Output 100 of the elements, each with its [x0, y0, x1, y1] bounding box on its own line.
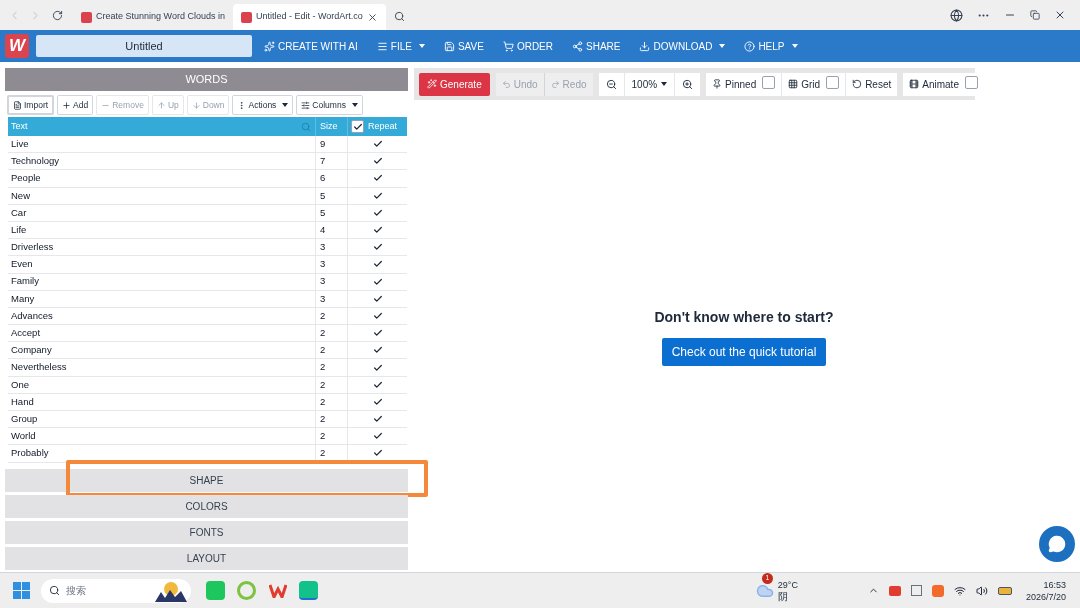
toolbar-button[interactable]: Add	[57, 95, 94, 115]
table-cell-text: Hand	[10, 394, 35, 409]
check-icon[interactable]	[372, 242, 383, 253]
redo-icon	[550, 79, 560, 89]
table-cell-text: One	[10, 377, 30, 392]
search-field[interactable]: 搜索	[41, 578, 191, 603]
wifi-icon[interactable]	[953, 584, 966, 597]
check-icon[interactable]	[372, 431, 383, 442]
prompt-text: Don't know where to start?	[654, 308, 834, 327]
toggle-button[interactable]: Pinned	[706, 72, 783, 96]
chat-icon	[1048, 535, 1066, 553]
toggle-button[interactable]: Grid	[782, 72, 847, 96]
check-icon[interactable]	[372, 139, 383, 150]
toolbar-button[interactable]: Import	[7, 95, 55, 115]
browser-tab[interactable]: Untitled - Edit - WordArt.co	[232, 4, 386, 30]
menu-button[interactable]: FILE	[376, 38, 425, 54]
cart-icon	[502, 40, 514, 52]
close-icon[interactable]	[366, 11, 378, 23]
section-header[interactable]: SHAPE	[5, 469, 408, 492]
check-icon[interactable]	[372, 276, 383, 287]
table-cell: 6	[315, 170, 347, 187]
film-icon	[909, 79, 920, 89]
check-icon[interactable]	[372, 328, 383, 339]
undo-icon	[501, 79, 511, 89]
close-icon[interactable]	[1054, 9, 1066, 21]
table-cell-text: New	[10, 188, 31, 203]
clock-time[interactable]: 16:53	[1043, 578, 1066, 591]
menu-button[interactable]: DOWNLOAD	[639, 38, 726, 54]
check-icon[interactable]	[372, 225, 383, 236]
check-icon[interactable]	[372, 259, 383, 270]
plus-icon	[62, 100, 72, 110]
browser-tab[interactable]: Create Stunning Word Clouds in	[73, 4, 233, 30]
tutorial-button[interactable]: Check out the quick tutorial	[661, 338, 827, 366]
windows-icon[interactable]	[13, 582, 30, 599]
table-cell-text: Group	[10, 411, 39, 426]
reset-button[interactable]: Reset	[846, 72, 898, 96]
table-cell-text: Family	[10, 274, 40, 289]
table-cell-text: Life	[10, 222, 28, 237]
menu-icon	[376, 40, 388, 52]
menu-button[interactable]: ORDER	[502, 38, 553, 54]
menu-button[interactable]: CREATE WITH AI	[264, 38, 358, 54]
share-icon	[572, 40, 583, 52]
check-icon[interactable]	[372, 448, 383, 459]
grid-icon	[788, 79, 799, 89]
help-icon	[744, 40, 756, 52]
table-cell: 5	[315, 204, 347, 221]
check-icon[interactable]	[372, 345, 383, 356]
table-cell-text: Accept	[10, 326, 42, 341]
table-cell-text: Probably	[10, 446, 50, 461]
battery-icon[interactable]	[997, 586, 1012, 595]
table-cell: 2	[315, 411, 347, 428]
app-logo[interactable]: W	[5, 34, 29, 58]
table-cell: 2	[315, 393, 347, 410]
menu-button[interactable]: HELP	[744, 38, 798, 54]
reload-icon[interactable]	[52, 9, 63, 21]
check-icon[interactable]	[372, 414, 383, 425]
menu-button[interactable]: SHARE	[572, 38, 621, 54]
table-cell-text: People	[10, 171, 42, 186]
pin-icon	[712, 79, 723, 89]
check-icon[interactable]	[372, 207, 383, 218]
checkbox[interactable]	[826, 75, 840, 89]
panel-header[interactable]: WORDS	[5, 68, 408, 91]
table-cell: 7	[315, 153, 347, 170]
restore-icon[interactable]	[1030, 10, 1040, 20]
globe-icon[interactable]	[950, 8, 963, 22]
search-icon[interactable]	[393, 11, 405, 22]
check-icon[interactable]	[372, 190, 383, 201]
zoom-out-icon	[605, 78, 617, 90]
check-icon[interactable]	[372, 362, 383, 373]
check-icon[interactable]	[372, 293, 383, 304]
table-cell-text: Advances	[10, 308, 54, 323]
menu-button[interactable]: SAVE	[443, 38, 484, 54]
toolbar-button[interactable]: Columns	[296, 95, 363, 115]
title-field[interactable]: Untitled	[36, 35, 252, 57]
check-icon[interactable]	[372, 156, 383, 167]
checkbox[interactable]	[964, 75, 978, 89]
toolbar-button[interactable]: Actions	[232, 95, 294, 115]
temperature-text: 29°C	[777, 579, 798, 591]
table-cell-text: Technology	[10, 154, 61, 169]
table-cell-text: Driverless	[10, 240, 55, 255]
table-cell: 9	[315, 136, 347, 153]
check-icon[interactable]	[372, 310, 383, 321]
wand-icon	[427, 79, 437, 89]
section-header[interactable]: LAYOUT	[5, 547, 408, 570]
checkbox[interactable]	[351, 120, 364, 133]
check-icon[interactable]	[372, 379, 383, 390]
chat-button[interactable]	[1039, 526, 1075, 562]
generate-button[interactable]: Generate	[419, 72, 490, 96]
sparkle-icon	[264, 40, 275, 52]
check-icon[interactable]	[372, 173, 383, 184]
table-cell-text: Company	[10, 343, 53, 358]
check-icon[interactable]	[372, 396, 383, 407]
section-header[interactable]: FONTS	[5, 521, 408, 544]
volume-icon[interactable]	[975, 584, 988, 597]
table-cell-text: Even	[10, 257, 34, 272]
checkbox[interactable]	[762, 75, 776, 89]
section-header[interactable]: COLORS	[5, 495, 408, 518]
reset-icon	[852, 79, 863, 89]
caret-icon	[661, 82, 668, 86]
clock-date[interactable]: 2026/7/20	[1025, 590, 1066, 603]
